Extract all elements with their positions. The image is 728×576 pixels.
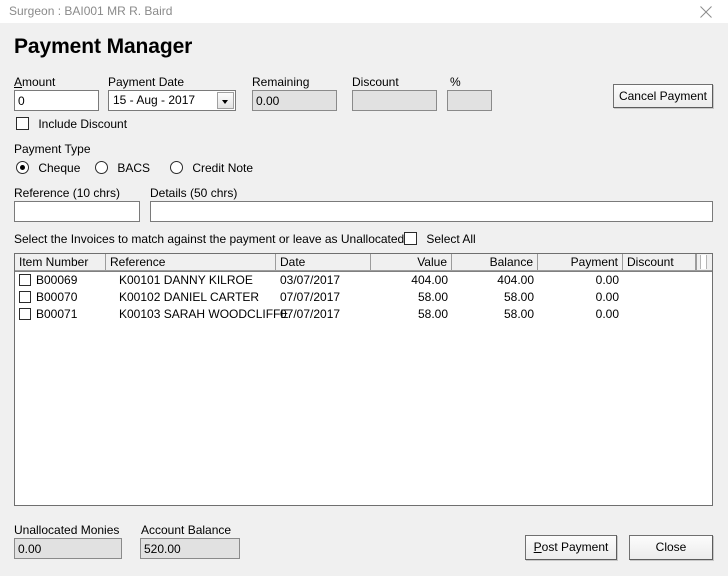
column-header-balance[interactable]: Balance (452, 254, 538, 271)
reference-input[interactable] (14, 201, 140, 222)
amount-input[interactable] (14, 90, 99, 111)
payment-date-value: 15 - Aug - 2017 (113, 93, 196, 107)
close-button[interactable]: Close (629, 535, 713, 560)
cancel-payment-button[interactable]: Cancel Payment (613, 84, 713, 108)
radio-icon (16, 161, 29, 175)
table-row[interactable]: B00070 K00102 DANIEL CARTER 07/07/2017 5… (15, 289, 712, 306)
column-header-item-number[interactable]: Item Number (15, 254, 106, 271)
percent-label: % (450, 75, 461, 89)
table-row[interactable]: B00071 K00103 SARAH WOODCLIFFE 07/07/201… (15, 306, 712, 323)
cell-discount (623, 306, 696, 323)
cell-balance: 58.00 (503, 290, 534, 304)
checkbox-box-icon (404, 232, 417, 246)
cell-reference: K00102 DANIEL CARTER (119, 290, 260, 304)
unallocated-monies-field (14, 538, 122, 559)
column-header-date[interactable]: Date (276, 254, 371, 271)
select-all-label: Select All (426, 231, 476, 246)
payment-type-bacs-label: BACS (117, 160, 151, 175)
include-discount-label: Include Discount (38, 116, 128, 131)
amount-label: Amount (14, 75, 56, 89)
page-title: Payment Manager (14, 35, 193, 58)
cell-discount (623, 272, 696, 289)
row-checkbox[interactable] (19, 290, 31, 303)
remaining-field (252, 90, 337, 111)
column-header-reference[interactable]: Reference (106, 254, 276, 271)
cell-value: 58.00 (417, 290, 448, 304)
window-titlebar: Surgeon : BAI001 MR R. Baird (0, 0, 728, 24)
payment-type-option-credit-note[interactable]: Credit Note (170, 160, 253, 175)
account-balance-label: Account Balance (141, 523, 232, 537)
column-header-payment[interactable]: Payment (538, 254, 623, 271)
invoices-table-header: Item Number Reference Date Value Balance… (15, 254, 712, 272)
payment-date-label: Payment Date (108, 75, 185, 89)
payment-type-option-bacs[interactable]: BACS (95, 160, 150, 175)
cell-reference: K00101 DANNY KILROE (119, 273, 253, 287)
cell-payment: 0.00 (595, 273, 619, 287)
account-balance-field (140, 538, 240, 559)
table-scroll-gutter[interactable] (696, 254, 712, 271)
radio-icon (95, 161, 108, 175)
percent-field (447, 90, 492, 111)
cell-item-number: B00071 (15, 306, 106, 323)
table-row[interactable]: B00069 K00101 DANNY KILROE 03/07/2017 40… (15, 272, 712, 289)
row-checkbox[interactable] (19, 307, 31, 320)
cell-discount (623, 289, 696, 306)
cell-date: 07/07/2017 (280, 290, 341, 304)
cell-value: 404.00 (411, 273, 448, 287)
payment-type-credit-note-label: Credit Note (192, 160, 254, 175)
cell-value: 58.00 (417, 307, 448, 321)
cell-payment: 0.00 (595, 307, 619, 321)
unallocated-monies-label: Unallocated Monies (14, 523, 120, 537)
reference-label: Reference (10 chrs) (14, 186, 121, 200)
window-title: Surgeon : BAI001 MR R. Baird (9, 4, 173, 18)
cell-date: 03/07/2017 (280, 273, 341, 287)
invoice-instruction: Select the Invoices to match against the… (14, 232, 405, 246)
discount-label: Discount (352, 75, 399, 89)
payment-type-cheque-label: Cheque (38, 160, 81, 175)
details-input[interactable] (150, 201, 713, 222)
include-discount-checkbox[interactable]: Include Discount (16, 116, 127, 131)
dialog-client-area: Payment Manager Amount Payment Date Rema… (0, 23, 728, 576)
row-checkbox[interactable] (19, 273, 31, 286)
cell-date: 07/07/2017 (280, 307, 341, 321)
post-payment-label: Post Payment (533, 540, 609, 554)
column-header-discount[interactable]: Discount (623, 254, 696, 271)
cell-payment: 0.00 (595, 290, 619, 304)
chevron-down-icon[interactable] (217, 92, 234, 109)
details-label: Details (50 chrs) (150, 186, 238, 200)
payment-date-combo[interactable]: 15 - Aug - 2017 (108, 90, 236, 111)
payment-type-option-cheque[interactable]: Cheque (16, 160, 80, 175)
cell-reference: K00103 SARAH WOODCLIFFE (119, 307, 289, 321)
checkbox-box-icon (16, 117, 29, 131)
select-all-checkbox[interactable]: Select All (404, 231, 476, 246)
post-payment-button[interactable]: Post Payment (525, 535, 617, 560)
close-icon[interactable] (684, 0, 728, 23)
invoices-table[interactable]: Item Number Reference Date Value Balance… (14, 253, 713, 506)
remaining-label: Remaining (252, 75, 310, 89)
invoices-table-body: B00069 K00101 DANNY KILROE 03/07/2017 40… (15, 272, 712, 505)
radio-icon (170, 161, 183, 175)
cell-item-number: B00069 (15, 272, 106, 289)
payment-type-label: Payment Type (14, 142, 91, 156)
column-header-value[interactable]: Value (371, 254, 452, 271)
discount-field (352, 90, 437, 111)
cell-balance: 58.00 (503, 307, 534, 321)
close-button-label: Close (655, 540, 687, 554)
cell-item-number: B00070 (15, 289, 106, 306)
cancel-payment-label: Cancel Payment (618, 89, 708, 103)
cell-balance: 404.00 (497, 273, 534, 287)
